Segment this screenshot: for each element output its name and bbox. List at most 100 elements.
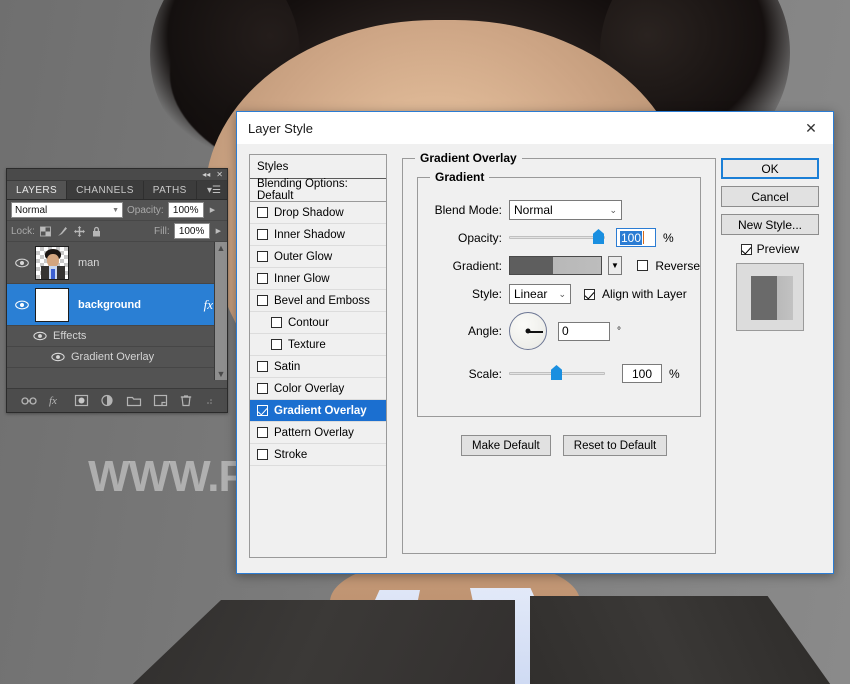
blending-options-item[interactable]: Blending Options: Default <box>250 178 386 202</box>
style-item-gradient-overlay[interactable]: Gradient Overlay <box>250 400 386 422</box>
opacity-input[interactable]: 100% <box>167 202 204 218</box>
layer-thumbnail-background[interactable] <box>35 287 69 322</box>
style-item-outer-glow[interactable]: Outer Glow <box>250 246 386 268</box>
close-icon[interactable]: ✕ <box>789 112 833 144</box>
checkbox-preview[interactable] <box>740 243 752 255</box>
scale-input[interactable]: 100 <box>622 364 662 383</box>
dialog-action-buttons: OK Cancel New Style... Preview <box>721 158 819 331</box>
opacity-input[interactable]: 100 <box>616 228 656 247</box>
ok-button[interactable]: OK <box>721 158 819 179</box>
style-item-pattern-overlay[interactable]: Pattern Overlay <box>250 422 386 444</box>
eye-icon <box>15 258 29 267</box>
tab-layers[interactable]: LAYERS <box>7 181 68 199</box>
checkbox-inner-shadow[interactable] <box>257 229 268 240</box>
style-item-drop-shadow[interactable]: Drop Shadow <box>250 202 386 224</box>
new-layer-icon[interactable] <box>153 394 168 407</box>
preview-gradient-sample <box>751 276 793 320</box>
gradient-style-select[interactable]: Linear ⌄ <box>509 284 571 304</box>
checkbox-pattern-overlay[interactable] <box>257 427 268 438</box>
checkbox-inner-glow[interactable] <box>257 273 268 284</box>
checkbox-texture[interactable] <box>271 339 282 350</box>
effects-visibility-toggle[interactable] <box>27 331 53 341</box>
checkbox-align-with-layer[interactable] <box>584 288 595 300</box>
layer-effect-gradient-overlay[interactable]: Gradient Overlay <box>7 347 227 368</box>
delete-layer-icon[interactable] <box>179 394 193 407</box>
scale-slider[interactable] <box>509 365 605 380</box>
checkbox-outer-glow[interactable] <box>257 251 268 262</box>
scroll-up-icon[interactable]: ▲ <box>217 242 226 254</box>
gradient-overlay-label: Gradient Overlay <box>71 351 155 363</box>
new-style-button[interactable]: New Style... <box>721 214 819 235</box>
add-layer-style-icon[interactable]: fx <box>48 394 63 407</box>
layer-effects-group[interactable]: Effects <box>7 326 227 347</box>
angle-dial[interactable] <box>509 312 547 350</box>
opacity-slider-knob[interactable] <box>593 229 604 244</box>
layer-row-background[interactable]: background fx <box>7 284 227 326</box>
checkbox-contour[interactable] <box>271 317 282 328</box>
style-item-stroke[interactable]: Stroke <box>250 444 386 466</box>
lock-position-icon[interactable] <box>73 225 86 238</box>
style-item-texture[interactable]: Texture <box>250 334 386 356</box>
opacity-slider[interactable] <box>509 229 605 244</box>
collapse-panel-icon[interactable]: ◂◂ <box>202 170 210 179</box>
checkbox-gradient-overlay[interactable] <box>257 405 268 416</box>
panel-resize-grip-icon[interactable] <box>204 396 213 405</box>
scale-slider-knob[interactable] <box>551 365 562 380</box>
scroll-down-icon[interactable]: ▼ <box>217 368 226 380</box>
styles-header[interactable]: Styles <box>250 155 386 179</box>
tab-paths[interactable]: PATHS <box>144 181 197 199</box>
checkbox-bevel-and-emboss[interactable] <box>257 295 268 306</box>
style-label-texture: Texture <box>288 338 326 351</box>
cancel-button[interactable]: Cancel <box>721 186 819 207</box>
layer-thumbnail-man[interactable] <box>35 245 69 280</box>
lock-transparency-icon[interactable] <box>39 225 52 238</box>
checkbox-stroke[interactable] <box>257 449 268 460</box>
blend-mode-select[interactable]: Normal ▼ <box>11 202 123 218</box>
style-item-contour[interactable]: Contour <box>250 312 386 334</box>
layers-list-scrollbar[interactable]: ▲ ▼ <box>214 242 227 380</box>
checkbox-color-overlay[interactable] <box>257 383 268 394</box>
checkbox-reverse[interactable] <box>637 260 649 271</box>
style-item-bevel-and-emboss[interactable]: Bevel and Emboss <box>250 290 386 312</box>
fill-label: Fill: <box>154 225 170 237</box>
style-item-inner-shadow[interactable]: Inner Shadow <box>250 224 386 246</box>
gradient-swatch[interactable] <box>509 256 602 275</box>
make-default-button[interactable]: Make Default <box>461 435 551 456</box>
panel-menu-icon[interactable]: ▾☰ <box>201 181 227 199</box>
link-layers-icon[interactable] <box>20 395 37 407</box>
eye-icon <box>15 300 29 309</box>
style-item-satin[interactable]: Satin <box>250 356 386 378</box>
new-group-icon[interactable] <box>126 394 142 407</box>
fill-input[interactable]: 100% <box>173 223 210 239</box>
tab-channels[interactable]: CHANNELS <box>67 181 144 199</box>
opacity-unit: % <box>663 230 674 245</box>
layer-visibility-toggle-man[interactable] <box>9 258 35 268</box>
layer-row-man[interactable]: man <box>7 242 227 284</box>
reset-to-default-button[interactable]: Reset to Default <box>562 435 668 456</box>
fill-stepper-icon[interactable]: ▶ <box>214 227 223 235</box>
blend-mode-select[interactable]: Normal ⌄ <box>509 200 622 220</box>
styles-header-label: Styles <box>257 160 289 173</box>
layer-style-dialog: Layer Style ✕ Styles Blending Options: D… <box>236 111 834 574</box>
gradient-overlay-visibility-toggle[interactable] <box>45 352 71 362</box>
gradient-picker-dropdown-icon[interactable]: ▼ <box>607 256 623 275</box>
lock-label: Lock: <box>11 225 35 237</box>
lock-image-icon[interactable] <box>56 225 69 238</box>
preview-toggle[interactable]: Preview <box>721 242 819 256</box>
angle-input[interactable]: 0 <box>558 321 610 341</box>
chevron-down-icon: ⌄ <box>609 204 617 215</box>
checkbox-satin[interactable] <box>257 361 268 372</box>
lock-all-icon[interactable] <box>90 225 103 238</box>
layer-visibility-toggle-background[interactable] <box>9 300 35 310</box>
style-item-inner-glow[interactable]: Inner Glow <box>250 268 386 290</box>
styles-list: Styles Blending Options: Default Drop Sh… <box>249 154 387 558</box>
scale-label: Scale: <box>468 366 502 381</box>
dialog-titlebar[interactable]: Layer Style ✕ <box>237 112 833 144</box>
close-panel-icon[interactable]: ✕ <box>216 170 223 179</box>
new-adjustment-layer-icon[interactable] <box>100 394 115 407</box>
opacity-stepper-icon[interactable]: ▶ <box>208 206 217 214</box>
dialog-body: Styles Blending Options: Default Drop Sh… <box>237 144 833 558</box>
style-item-color-overlay[interactable]: Color Overlay <box>250 378 386 400</box>
checkbox-drop-shadow[interactable] <box>257 207 268 218</box>
add-layer-mask-icon[interactable] <box>74 394 89 407</box>
